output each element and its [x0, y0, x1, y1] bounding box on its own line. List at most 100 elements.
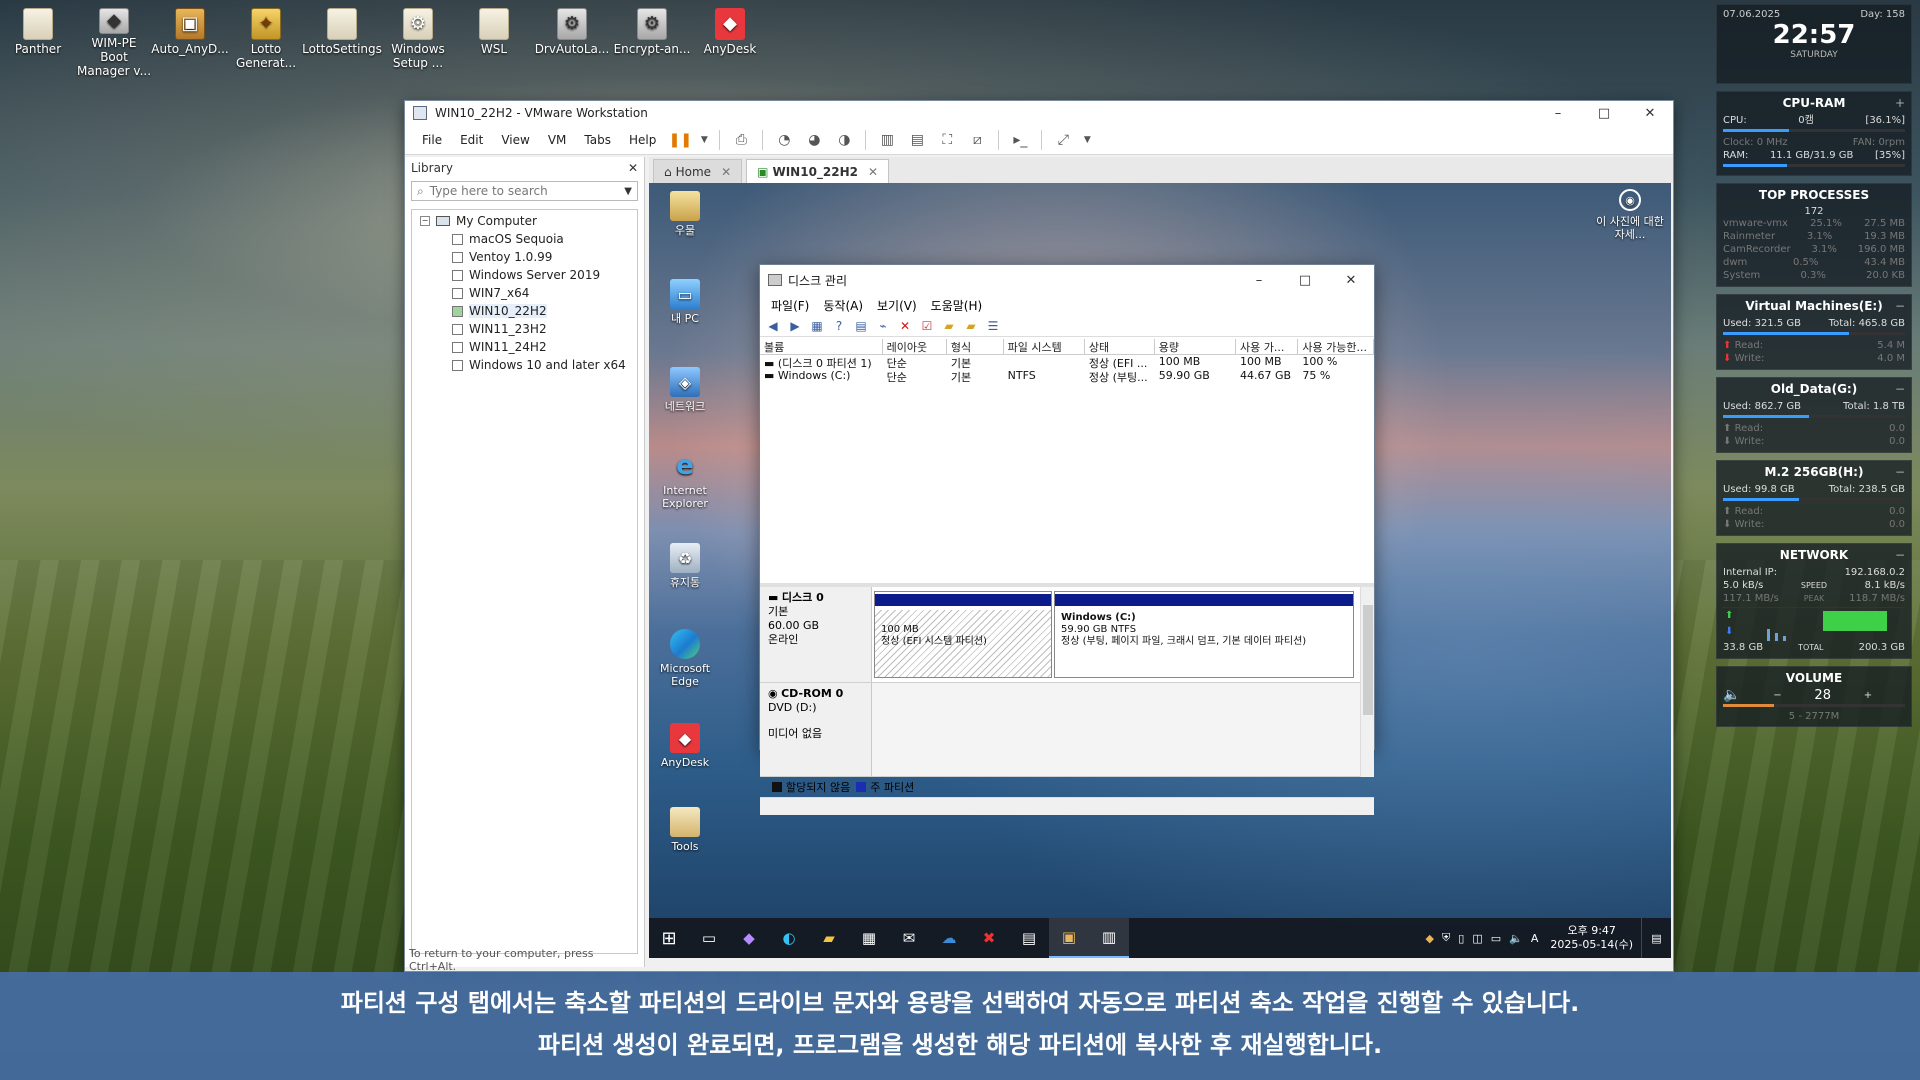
- unity-icon[interactable]: ⧄: [966, 129, 988, 151]
- scrollbar-thumb[interactable]: [1363, 605, 1373, 715]
- minus-icon[interactable]: −: [1895, 548, 1905, 562]
- menu-vm[interactable]: VM: [539, 133, 576, 147]
- menu-file[interactable]: File: [413, 133, 451, 147]
- column-header-status[interactable]: 상태: [1085, 339, 1155, 354]
- task-view-icon[interactable]: ▭: [689, 918, 729, 958]
- vertical-scrollbar[interactable]: [1360, 587, 1374, 777]
- menu-help[interactable]: 도움말(H): [924, 297, 990, 314]
- library-search-input[interactable]: ⌕ Type here to search ▼: [411, 181, 638, 201]
- list-view-icon[interactable]: ☰: [984, 317, 1002, 335]
- chevron-down-icon[interactable]: ▼: [1082, 129, 1092, 151]
- column-header-filesystem[interactable]: 파일 시스템: [1004, 339, 1085, 354]
- file-explorer-icon[interactable]: ▰: [809, 918, 849, 958]
- forward-arrow-icon[interactable]: ▶: [786, 317, 804, 335]
- volume-up-icon[interactable]: +: [1864, 689, 1872, 702]
- table-row[interactable]: ▬ Windows (C:) 단순 기본 NTFS 정상 (부팅... 59.9…: [760, 369, 1374, 383]
- tree-item-my-computer[interactable]: − My Computer: [412, 212, 637, 230]
- disk-management-titlebar[interactable]: 디스크 관리 – □ ✕: [760, 265, 1374, 295]
- tree-item-vm[interactable]: WIN7_x64: [412, 284, 637, 302]
- disk-0-label[interactable]: ▬ 디스크 0 기본 60.00 GB 온라인: [760, 587, 872, 682]
- guest-icon-recycle-bin[interactable]: ♻ 휴지통: [655, 543, 715, 589]
- volume-bar[interactable]: [1723, 704, 1905, 707]
- usb-icon[interactable]: ▯: [1458, 932, 1464, 945]
- thumbnail-bar-icon[interactable]: ▤: [906, 129, 928, 151]
- network-icon[interactable]: ▭: [1491, 932, 1501, 945]
- send-ctrl-alt-del-icon[interactable]: ⎙: [730, 129, 752, 151]
- guest-screen[interactable]: 우물 ▭ 내 PC ◈ 네트워크 e Internet Explorer ♻ 휴지통 M…: [649, 183, 1671, 958]
- delete-icon[interactable]: ✕: [896, 317, 914, 335]
- console-view-icon[interactable]: ▸_: [1009, 129, 1031, 151]
- column-header-type[interactable]: 형식: [947, 339, 1004, 354]
- menu-tabs[interactable]: Tabs: [575, 133, 620, 147]
- close-icon[interactable]: ✕: [868, 165, 878, 179]
- sidebar-toggle-icon[interactable]: ▥: [876, 129, 898, 151]
- properties-icon[interactable]: ▤: [852, 317, 870, 335]
- notification-icon[interactable]: ▤: [1641, 918, 1671, 958]
- table-row[interactable]: ▬ (디스크 0 파티션 1) 단순 기본 정상 (EFI ... 100 MB…: [760, 355, 1374, 369]
- guest-icon-network[interactable]: ◈ 네트워크: [655, 367, 715, 413]
- minus-icon[interactable]: −: [1895, 299, 1905, 313]
- tab-home[interactable]: ⌂ Home ✕: [653, 159, 743, 183]
- tree-item-vm[interactable]: WIN11_24H2: [412, 338, 637, 356]
- disk-management-task-icon[interactable]: ▥: [1089, 918, 1129, 958]
- mail-icon[interactable]: ✉: [889, 918, 929, 958]
- column-header-capacity[interactable]: 용량: [1155, 339, 1237, 354]
- start-icon[interactable]: ⊞: [649, 918, 689, 958]
- menu-edit[interactable]: Edit: [451, 133, 492, 147]
- pause-icon[interactable]: ❚❚: [669, 129, 692, 151]
- back-arrow-icon[interactable]: ◀: [764, 317, 782, 335]
- tree-item-vm[interactable]: Ventoy 1.0.99: [412, 248, 637, 266]
- minimize-icon[interactable]: –: [1535, 106, 1581, 121]
- guest-icon-anydesk[interactable]: ◆ AnyDesk: [655, 723, 715, 769]
- stretch-guest-icon[interactable]: ⤢: [1052, 129, 1074, 151]
- cdrom-label[interactable]: ◉ CD-ROM 0 DVD (D:) 미디어 없음: [760, 683, 872, 776]
- guest-icon-this-pc[interactable]: ▭ 내 PC: [655, 279, 715, 325]
- guest-icon-edge[interactable]: Microsoft Edge: [655, 629, 715, 688]
- drive-app-icon[interactable]: ▤: [1009, 918, 1049, 958]
- minus-icon[interactable]: −: [1895, 465, 1905, 479]
- desktop-icon-drvautola[interactable]: ⚙ DrvAutoLa...: [532, 4, 612, 78]
- plus-icon[interactable]: +: [1895, 96, 1905, 110]
- speaker-icon[interactable]: 🔈: [1509, 932, 1523, 945]
- red-app-icon[interactable]: ✖: [969, 918, 1009, 958]
- guest-icon-ie[interactable]: e Internet Explorer: [655, 451, 715, 511]
- check-icon[interactable]: ☑: [918, 317, 936, 335]
- tab-win10-22h2[interactable]: ▣ WIN10_22H2 ✕: [746, 159, 890, 183]
- desktop-icon-wsl[interactable]: WSL: [456, 4, 532, 78]
- disk-tool-icon[interactable]: ▣: [1049, 918, 1089, 958]
- security-icon[interactable]: ⛨: [1442, 931, 1450, 945]
- tray-app-icon[interactable]: ◆: [1426, 932, 1434, 945]
- desktop-icon-anydesk[interactable]: ◆ AnyDesk: [692, 4, 768, 78]
- guest-icon-tools[interactable]: Tools: [655, 807, 715, 853]
- snapshot-icon[interactable]: ◔: [773, 129, 795, 151]
- learn-about-picture[interactable]: ◉ 이 사진에 대한 자세...: [1595, 189, 1665, 241]
- tree-item-vm[interactable]: WIN11_23H2: [412, 320, 637, 338]
- snapshot-manager-icon[interactable]: ◑: [833, 129, 855, 151]
- connect-icon[interactable]: ⌁: [874, 317, 892, 335]
- desktop-icon-auto-anydesk[interactable]: ▣ Auto_AnyD...: [151, 4, 229, 78]
- column-header-free-space[interactable]: 사용 가...: [1236, 339, 1299, 354]
- onedrive-icon[interactable]: ☁: [929, 918, 969, 958]
- chevron-down-icon[interactable]: ▼: [624, 186, 632, 197]
- tree-item-vm[interactable]: Windows 10 and later x64: [412, 356, 637, 374]
- desktop-icon-wimpe[interactable]: ◆ WIM-PE Boot Manager v...: [76, 4, 152, 78]
- desktop-icon-lotto-settings[interactable]: LottoSettings: [302, 4, 382, 78]
- vmware-titlebar[interactable]: WIN10_22H2 - VMware Workstation – □ ✕: [405, 101, 1673, 125]
- menu-view[interactable]: 보기(V): [870, 297, 924, 314]
- maximize-icon[interactable]: □: [1581, 106, 1627, 121]
- tray-device-icon[interactable]: ◫: [1472, 932, 1482, 945]
- menu-help[interactable]: Help: [620, 133, 665, 147]
- close-icon[interactable]: ✕: [1328, 273, 1374, 288]
- collapse-icon[interactable]: −: [420, 216, 430, 226]
- folder-icon[interactable]: ▰: [940, 317, 958, 335]
- guest-clock[interactable]: 오후 9:47 2025-05-14(수): [1550, 924, 1633, 952]
- desktop-icon-lotto-generator[interactable]: ✦ Lotto Generat...: [228, 4, 304, 78]
- tree-item-vm[interactable]: Windows Server 2019: [412, 266, 637, 284]
- close-icon[interactable]: ✕: [1627, 106, 1673, 121]
- ime-indicator[interactable]: A: [1531, 932, 1539, 945]
- guest-icon-user[interactable]: 우물: [655, 191, 715, 237]
- folder-search-icon[interactable]: ▰: [962, 317, 980, 335]
- maximize-icon[interactable]: □: [1282, 273, 1328, 288]
- console-tree-icon[interactable]: ▦: [808, 317, 826, 335]
- menu-action[interactable]: 동작(A): [816, 297, 870, 314]
